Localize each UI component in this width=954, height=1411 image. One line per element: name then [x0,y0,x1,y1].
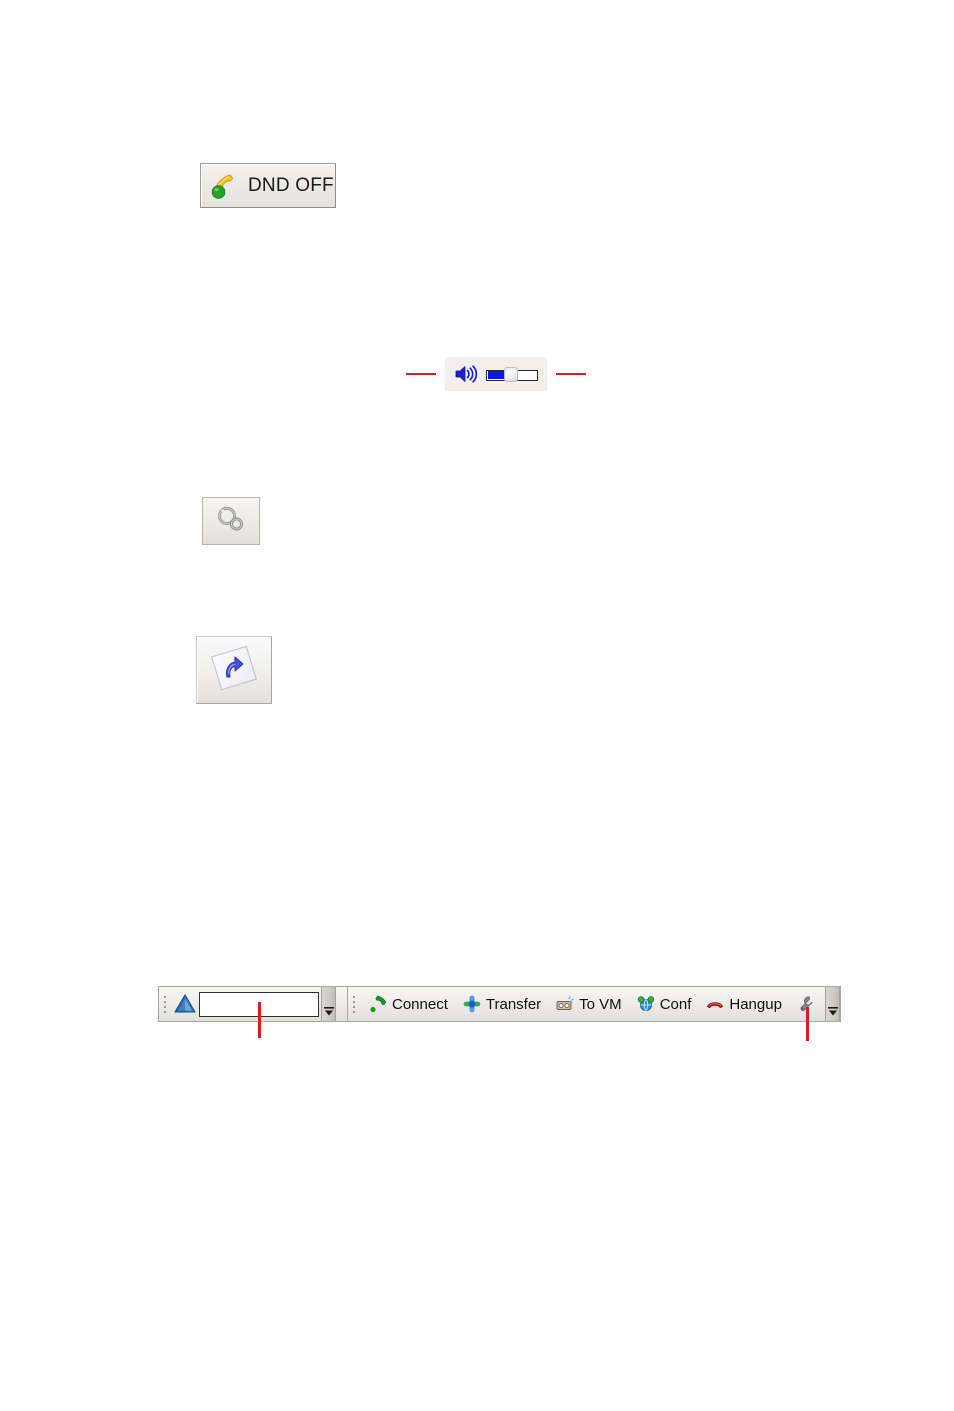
connect-button[interactable]: Connect [361,989,455,1019]
conference-button-label: Conf [659,995,692,1013]
to-vm-button[interactable]: To VM [548,989,629,1019]
voicemail-tape-icon [555,994,575,1014]
conference-button[interactable]: Conf [629,989,699,1019]
transfer-nodes-icon [462,994,482,1014]
transfer-button-label: Transfer [485,995,542,1013]
phone-handset-green-dot-icon [209,171,245,201]
conference-globe-icon [636,994,656,1014]
speaker-volume-icon[interactable] [454,363,480,385]
to-vm-button-label: To VM [579,995,622,1013]
call-forward-button[interactable] [196,636,272,704]
blue-triangle-app-icon[interactable] [172,991,198,1017]
red-phone-hangup-icon [705,994,725,1014]
wrench-button-callout [806,1007,809,1041]
volume-slider[interactable] [486,366,538,382]
dial-toolbar-overflow-button[interactable] [321,987,336,1021]
drag-grip[interactable] [162,993,169,1015]
two-rings-settings-icon [214,504,248,539]
volume-widget[interactable] [445,357,547,391]
hangup-button-label: Hangup [729,995,782,1013]
green-phone-handset-icon [368,994,388,1014]
hangup-button[interactable]: Hangup [698,989,789,1019]
drag-grip[interactable] [351,993,358,1015]
call-forward-arrow-page-icon [207,643,261,698]
callout-line-left [406,373,436,375]
connect-button-label: Connect [392,995,448,1013]
actions-toolbar-overflow-button[interactable] [825,987,840,1021]
call-actions-toolbar-group: Connect Transfer To VM Conf Hangup [348,986,841,1022]
dial-toolbar-group [158,986,348,1022]
dnd-button-label: DND OFF [248,174,334,196]
volume-control-group [406,356,592,392]
dial-field-callout [258,1002,261,1038]
transfer-button[interactable]: Transfer [455,989,548,1019]
two-rings-settings-button[interactable] [202,497,260,545]
callout-line-right [556,373,586,375]
dnd-toggle-button[interactable]: DND OFF [200,163,336,208]
volume-slider-thumb[interactable] [504,366,518,382]
volume-slider-fill [487,371,505,379]
